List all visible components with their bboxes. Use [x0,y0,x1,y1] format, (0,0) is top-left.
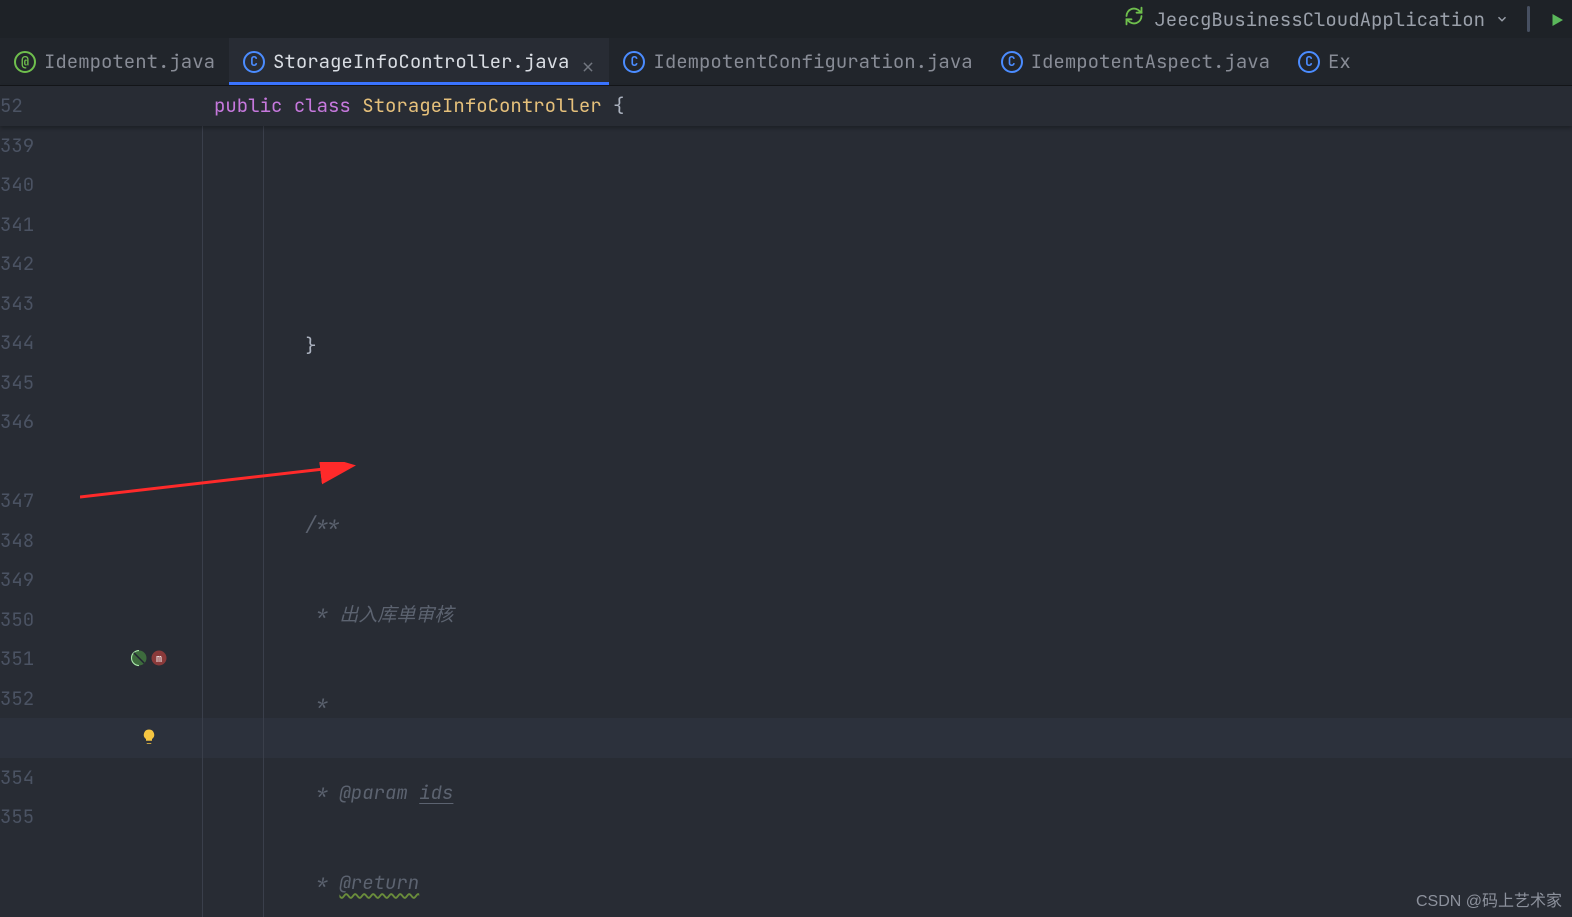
run-config-name: JeecgBusinessCloudApplication [1154,7,1485,32]
class-file-icon: C [623,51,645,73]
run-toolbar: JeecgBusinessCloudApplication [0,0,1572,38]
class-file-icon: C [243,51,265,73]
class-file-icon: C [1001,51,1023,73]
toolbar-separator [1527,6,1530,32]
reload-icon [1124,6,1144,32]
tab-idempotentaspect[interactable]: C IdempotentAspect.java [987,38,1284,85]
endpoint-gutter-icon[interactable]: m [130,649,168,667]
tab-label: IdempotentAspect.java [1031,49,1270,74]
tab-label: StorageInfoController.java [273,49,569,74]
tab-ex[interactable]: C Ex [1284,38,1365,85]
class-file-icon: C [1298,51,1320,73]
editor-tabs: @ Idempotent.java C StorageInfoControlle… [0,38,1572,86]
chevron-down-icon [1495,7,1509,32]
tab-label: Ex [1328,49,1351,74]
line-number-gutter: 339 340 341 342 343 344 345 346 347 348 … [0,86,130,917]
marker-gutter: m [130,86,180,917]
run-button[interactable] [1548,10,1566,28]
aspect-file-icon: @ [14,51,36,73]
run-config-selector[interactable]: JeecgBusinessCloudApplication [1124,6,1509,32]
tab-idempotentconfiguration[interactable]: C IdempotentConfiguration.java [609,38,986,85]
tab-label: Idempotent.java [44,49,215,74]
tab-idempotent[interactable]: @ Idempotent.java [0,38,229,85]
sticky-scroll-header[interactable]: 52 public class StorageInfoController { [0,86,1572,126]
watermark: CSDN @码上艺术家 [1416,887,1562,911]
lightbulb-icon[interactable] [140,728,158,746]
tab-label: IdempotentConfiguration.java [653,49,972,74]
svg-text:m: m [156,652,162,666]
tab-storageinfocontroller[interactable]: C StorageInfoController.java [229,38,609,85]
close-tab-icon[interactable] [581,55,595,69]
code-content[interactable]: } /** * 出入库单审核 * * @param ids * @return … [180,86,1572,917]
code-editor[interactable]: 52 public class StorageInfoController { … [0,86,1572,917]
line-number: 52 [0,86,120,126]
